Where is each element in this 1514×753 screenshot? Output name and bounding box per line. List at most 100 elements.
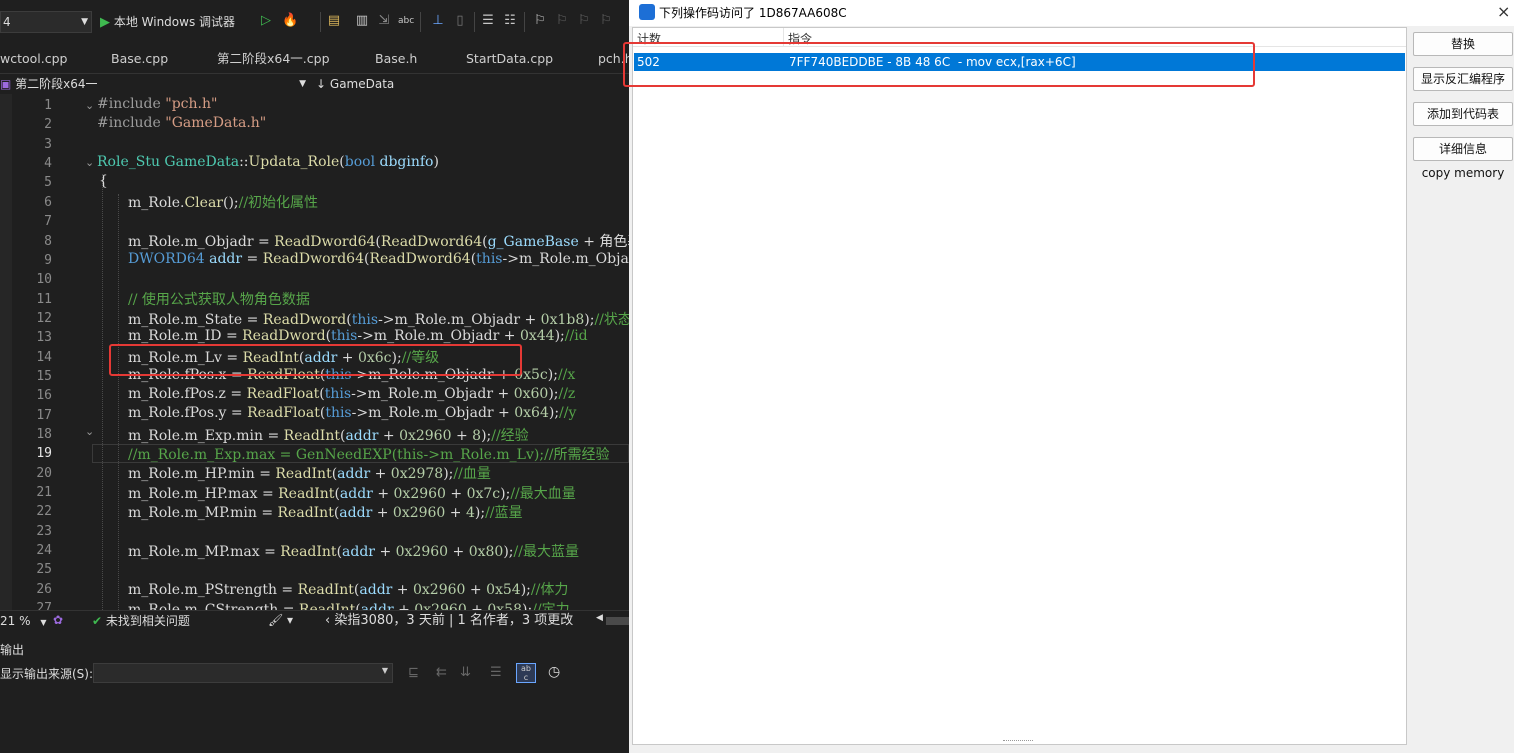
tab-startdata-cpp[interactable]: StartData.cpp [466, 45, 553, 73]
horizontal-scrollbar[interactable] [606, 617, 629, 625]
line-number: 8 [44, 234, 52, 249]
code-line: m_Role.fPos.z = ReadFloat(this->m_Role.m… [128, 386, 576, 402]
project-label: 第二阶段x64一 [15, 77, 98, 91]
scope-dropdown[interactable]: ↓ GameData [316, 74, 626, 94]
tab-base-h[interactable]: Base.h [375, 45, 417, 73]
git-blame-info[interactable]: ‹ 染指3080，3 天前 | 1 名作者，3 项更改 [325, 613, 573, 629]
tab-main-cpp[interactable]: 第二阶段x64一.cpp [217, 45, 330, 73]
code-line: // 使用公式获取人物角色数据 [128, 292, 310, 308]
line-number: 18 [36, 427, 52, 442]
solution-config-value: 4 [3, 15, 11, 29]
code-line: m_Role.m_State = ReadDword(this->m_Role.… [128, 312, 629, 328]
output-source-dropdown[interactable]: ▼ [93, 663, 393, 683]
indent-icon[interactable]: ⊥ [430, 12, 446, 30]
tab-label: 第二阶段x64一.cpp [217, 51, 330, 66]
scroll-left-icon[interactable]: ◀ [596, 613, 603, 623]
copilot-icon[interactable]: ✿ [53, 613, 63, 627]
fold-icon[interactable]: ⌄ [85, 156, 94, 169]
line-number: 25 [36, 562, 52, 577]
chevron-down-icon: ▼ [40, 618, 47, 627]
uncomment-icon[interactable]: ☷ [502, 12, 518, 30]
copy-memory-label[interactable]: copy memory [1413, 166, 1513, 180]
cheat-engine-icon [639, 4, 655, 20]
indent-guide [102, 174, 103, 610]
next-bookmark-icon[interactable]: ⚐ [576, 12, 592, 30]
line-number: 17 [36, 408, 52, 423]
layout-icon[interactable]: ▥ [354, 12, 370, 30]
highlight-annotation-box [109, 344, 522, 376]
code-line: //m_Role.m_Exp.max = GenNeedEXP(this->m_… [128, 447, 610, 463]
project-dropdown[interactable]: ▣ 第二阶段x64一 ▼ [0, 74, 310, 94]
editor-status-bar: 21 % ▼ ✿ ✔ 未找到相关问题 🖌 ▾ ‹ 染指3080，3 天前 | 1… [0, 610, 629, 631]
start-without-debugging-icon[interactable]: ▷ [258, 12, 274, 30]
start-debugger-label: 本地 Windows 调试器 [113, 15, 236, 29]
line-number: 13 [36, 330, 52, 345]
opcode-access-window: 下列操作码访问了 1D867AA608C × 计数 指令 502 7FF740B… [623, 0, 1514, 753]
code-line: m_Role.Clear();//初始化属性 [128, 195, 319, 211]
tab-label: wctool.cpp [0, 51, 68, 66]
window-titlebar: 下列操作码访问了 1D867AA608C × [629, 0, 1514, 26]
clear-all-icon[interactable]: ☰ [490, 665, 502, 680]
goto-last-icon[interactable]: ⇊ [460, 665, 471, 680]
code-line: Role_Stu GameData::Updata_Role(bool dbgi… [97, 154, 439, 170]
toolbar-separator [320, 12, 321, 32]
instruction-list[interactable]: 计数 指令 502 7FF740BEDDBE - 8B 48 6C - mov … [632, 27, 1407, 745]
code-line: m_Role.m_CStrength = ReadInt(addr + 0x29… [128, 602, 570, 610]
check-circle-icon: ✔ [92, 614, 103, 628]
bookmark-icon[interactable]: ⚐ [532, 12, 548, 30]
tab-base-cpp[interactable]: Base.cpp [111, 45, 168, 73]
line-number: 24 [36, 543, 52, 558]
prev-bookmark-icon[interactable]: ⚐ [554, 12, 570, 30]
folder-icon[interactable]: ▤ [326, 12, 342, 30]
line-number: 21 [36, 485, 52, 500]
step-icon[interactable]: ⇲ [376, 12, 392, 30]
show-disassembler-button[interactable]: 显示反汇编程序 [1413, 67, 1513, 91]
line-number: 11 [36, 292, 52, 307]
goto-next-icon[interactable]: ⇇ [436, 665, 447, 680]
line-number: 12 [36, 311, 52, 326]
line-number: 19 [36, 446, 52, 461]
line-number: 14 [36, 350, 52, 365]
brush-icon[interactable]: 🖌 ▾ [268, 613, 293, 627]
tab-wctool-cpp[interactable]: wctool.cpp [0, 45, 67, 73]
output-panel: 输出 显示输出来源(S): ▼ ⊑ ⇇ ⇊ ☰ ab c ◷ [0, 630, 629, 753]
outdent-icon[interactable]: ▯ [452, 12, 468, 30]
visual-studio-window: 4 ▼ ▶ 本地 Windows 调试器 ▷ 🔥 ▤ ▥ ⇲ abc ⊥ ▯ ☰… [0, 0, 629, 753]
line-number: 6 [44, 195, 52, 210]
tab-label: StartData.cpp [466, 51, 554, 66]
replace-button[interactable]: 替换 [1413, 32, 1513, 56]
zoom-dropdown[interactable]: 21 % ▼ [0, 613, 50, 629]
editor-margin [0, 94, 12, 610]
scope-label: GameData [329, 77, 395, 91]
resize-grip[interactable] [1003, 740, 1033, 743]
code-editor[interactable]: ⌄ ⌄ ⌄ 1 2 3 4 5 6 7 8 9 10 11 12 13 14 1… [0, 94, 629, 610]
line-number: 26 [36, 582, 52, 597]
start-debugger-button[interactable]: ▶ 本地 Windows 调试器 [100, 11, 260, 33]
line-number: 10 [36, 272, 52, 287]
line-number: 9 [44, 253, 52, 268]
close-icon[interactable]: × [1497, 2, 1510, 21]
output-title: 输出 [0, 643, 25, 657]
comment-icon[interactable]: ☰ [480, 12, 496, 30]
clock-icon[interactable]: ◷ [548, 664, 560, 680]
code-line: #include "pch.h" [97, 96, 218, 112]
fold-icon[interactable]: ⌄ [85, 425, 94, 438]
window-title: 下列操作码访问了 1D867AA608C [659, 6, 847, 20]
hot-reload-icon[interactable]: 🔥 [282, 12, 298, 30]
line-number: 3 [44, 137, 52, 152]
clear-bookmarks-icon[interactable]: ⚐ [598, 12, 614, 30]
code-line: m_Role.m_PStrength = ReadInt(addr + 0x29… [128, 582, 569, 598]
fold-icon[interactable]: ⌄ [85, 99, 94, 112]
more-info-button[interactable]: 详细信息 [1413, 137, 1513, 161]
goto-previous-icon[interactable]: ⊑ [408, 665, 419, 680]
issues-indicator[interactable]: ✔ 未找到相关问题 [92, 613, 190, 629]
spell-check-icon[interactable]: abc [398, 12, 414, 30]
line-number: 20 [36, 466, 52, 481]
line-number: 16 [36, 388, 52, 403]
word-wrap-icon[interactable]: ab c [516, 663, 536, 683]
toolbar-separator [524, 12, 525, 32]
add-to-codelist-button[interactable]: 添加到代码表 [1413, 102, 1513, 126]
git-info-label: 染指3080，3 天前 | 1 名作者，3 项更改 [334, 613, 574, 628]
solution-config-dropdown[interactable]: 4 ▼ [0, 11, 92, 33]
play-icon: ▶ [100, 15, 110, 30]
